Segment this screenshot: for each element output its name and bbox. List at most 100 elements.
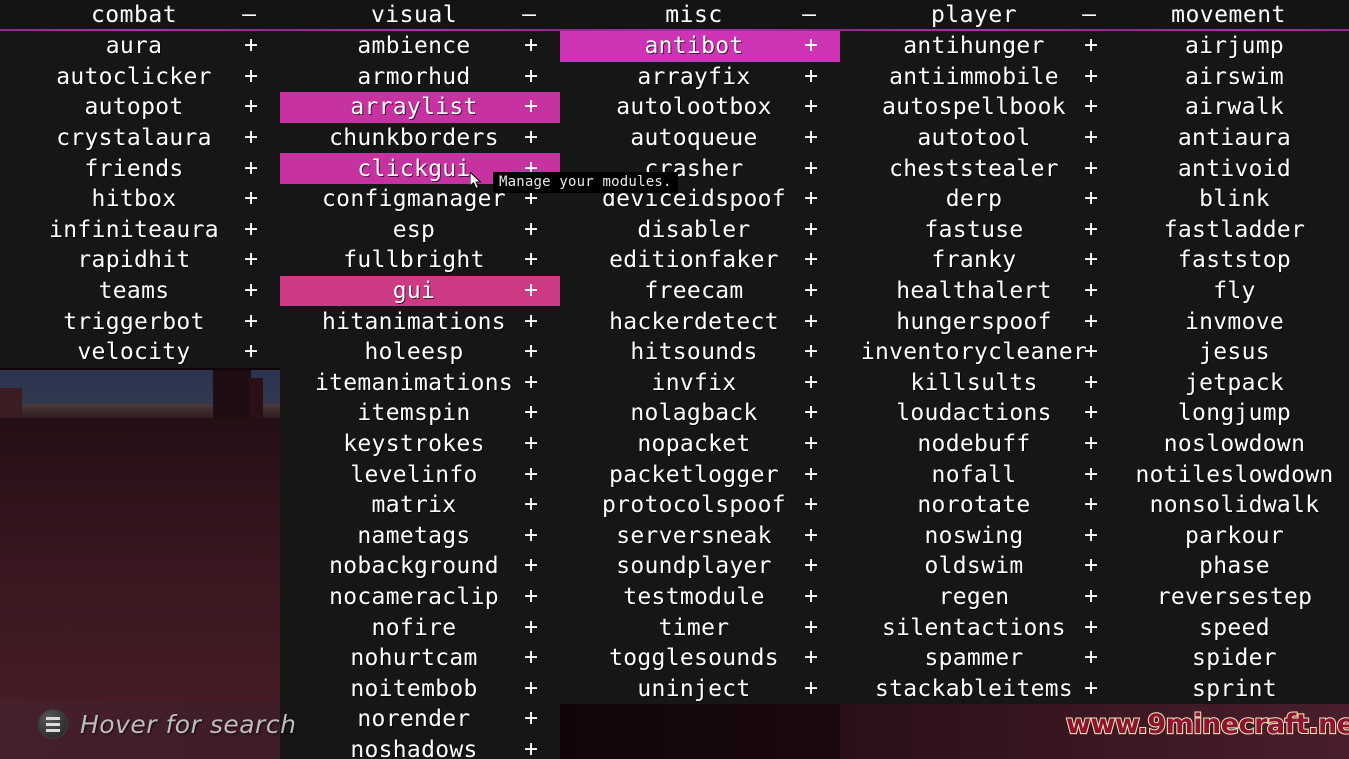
- module-row[interactable]: nolagback +: [560, 398, 840, 429]
- module-row[interactable]: nofire +: [280, 612, 560, 643]
- expand-icon[interactable]: +: [524, 707, 538, 731]
- expand-icon[interactable]: +: [804, 401, 818, 425]
- expand-icon[interactable]: +: [804, 677, 818, 700]
- expand-icon[interactable]: +: [244, 310, 258, 333]
- module-row[interactable]: levelinfo +: [280, 459, 560, 490]
- module-row[interactable]: antiimmobile +: [840, 62, 1120, 93]
- expand-icon[interactable]: +: [1084, 65, 1098, 88]
- module-row[interactable]: nopacket +: [560, 429, 840, 460]
- expand-icon[interactable]: +: [524, 524, 538, 547]
- module-row[interactable]: autotool +: [840, 123, 1120, 154]
- expand-icon[interactable]: +: [1084, 463, 1098, 486]
- panel-header-misc[interactable]: misc –: [560, 0, 840, 29]
- module-row[interactable]: gui +: [280, 275, 560, 307]
- module-row[interactable]: teams +: [0, 276, 280, 307]
- panel-header-combat[interactable]: combat –: [0, 0, 280, 29]
- expand-icon[interactable]: +: [1084, 95, 1098, 119]
- module-row[interactable]: fastladder+: [1120, 215, 1349, 246]
- module-row[interactable]: oldswim +: [840, 551, 1120, 582]
- module-row[interactable]: parkour+: [1120, 521, 1349, 552]
- module-row[interactable]: antivoid+: [1120, 153, 1349, 184]
- expand-icon[interactable]: +: [1084, 371, 1098, 394]
- expand-icon[interactable]: +: [804, 279, 818, 303]
- module-row[interactable]: loudactions +: [840, 398, 1120, 429]
- module-row[interactable]: arrayfix +: [560, 62, 840, 93]
- module-row[interactable]: itemspin +: [280, 398, 560, 429]
- module-row[interactable]: noshadows +: [280, 735, 560, 759]
- panel-header-movement[interactable]: movement –: [1120, 0, 1349, 29]
- module-row[interactable]: fastuse +: [840, 215, 1120, 246]
- expand-icon[interactable]: +: [524, 493, 538, 517]
- expand-icon[interactable]: +: [1084, 432, 1098, 456]
- expand-icon[interactable]: +: [244, 187, 258, 211]
- module-row[interactable]: nobackground +: [280, 551, 560, 582]
- module-row[interactable]: jesus+: [1120, 337, 1349, 368]
- module-row[interactable]: spider+: [1120, 643, 1349, 674]
- expand-icon[interactable]: +: [244, 218, 258, 241]
- module-row[interactable]: notileslowdown+: [1120, 459, 1349, 490]
- expand-icon[interactable]: +: [804, 65, 818, 88]
- expand-icon[interactable]: +: [804, 218, 818, 241]
- search-bar[interactable]: Hover for search: [38, 709, 296, 739]
- expand-icon[interactable]: +: [1084, 248, 1098, 272]
- module-row[interactable]: stackableitems +: [840, 673, 1120, 704]
- module-row[interactable]: longjump+: [1120, 398, 1349, 429]
- expand-icon[interactable]: +: [804, 616, 818, 639]
- expand-icon[interactable]: +: [804, 524, 818, 547]
- module-row[interactable]: protocolspoof +: [560, 490, 840, 521]
- module-row[interactable]: norender +: [280, 704, 560, 735]
- module-row[interactable]: friends +: [0, 153, 280, 184]
- module-row[interactable]: matrix +: [280, 490, 560, 521]
- expand-icon[interactable]: +: [1084, 646, 1098, 670]
- expand-icon[interactable]: +: [804, 187, 818, 211]
- module-row[interactable]: antiaura+: [1120, 123, 1349, 154]
- module-row[interactable]: packetlogger +: [560, 459, 840, 490]
- expand-icon[interactable]: +: [804, 310, 818, 333]
- expand-icon[interactable]: +: [1084, 157, 1098, 180]
- expand-icon[interactable]: +: [804, 432, 818, 456]
- module-row[interactable]: norotate +: [840, 490, 1120, 521]
- expand-icon[interactable]: +: [804, 585, 818, 608]
- module-row[interactable]: blink+: [1120, 184, 1349, 215]
- module-row[interactable]: hungerspoof +: [840, 306, 1120, 337]
- module-row[interactable]: triggerbot +: [0, 306, 280, 337]
- module-row[interactable]: fly+: [1120, 276, 1349, 307]
- module-row[interactable]: editionfaker +: [560, 245, 840, 276]
- expand-icon[interactable]: +: [524, 738, 538, 759]
- collapse-icon[interactable]: –: [522, 3, 536, 26]
- module-row[interactable]: crystalaura +: [0, 123, 280, 154]
- expand-icon[interactable]: +: [244, 126, 258, 150]
- expand-icon[interactable]: +: [804, 157, 818, 180]
- module-row[interactable]: franky +: [840, 245, 1120, 276]
- module-row[interactable]: soundplayer +: [560, 551, 840, 582]
- expand-icon[interactable]: +: [524, 310, 538, 333]
- expand-icon[interactable]: +: [524, 646, 538, 670]
- expand-icon[interactable]: +: [1084, 493, 1098, 517]
- panel-header-visual[interactable]: visual –: [280, 0, 560, 29]
- expand-icon[interactable]: +: [1084, 554, 1098, 578]
- expand-icon[interactable]: +: [524, 34, 538, 58]
- expand-icon[interactable]: +: [524, 65, 538, 88]
- expand-icon[interactable]: +: [244, 248, 258, 272]
- module-row[interactable]: holeesp +: [280, 337, 560, 368]
- expand-icon[interactable]: +: [1084, 187, 1098, 211]
- expand-icon[interactable]: +: [1084, 126, 1098, 150]
- module-row[interactable]: antibot +: [560, 31, 840, 62]
- module-row[interactable]: disabler +: [560, 215, 840, 246]
- expand-icon[interactable]: +: [804, 126, 818, 150]
- expand-icon[interactable]: +: [244, 157, 258, 180]
- module-row[interactable]: fullbright +: [280, 245, 560, 276]
- expand-icon[interactable]: +: [1084, 677, 1098, 700]
- module-row[interactable]: serversneak +: [560, 521, 840, 552]
- expand-icon[interactable]: +: [524, 95, 538, 119]
- expand-icon[interactable]: +: [1084, 401, 1098, 425]
- module-row[interactable]: antihunger +: [840, 31, 1120, 62]
- module-row[interactable]: autoclicker +: [0, 62, 280, 93]
- module-row[interactable]: airjump+: [1120, 31, 1349, 62]
- module-row[interactable]: speed+: [1120, 612, 1349, 643]
- module-row[interactable]: arraylist +: [280, 92, 560, 123]
- module-row[interactable]: testmodule +: [560, 582, 840, 613]
- module-row[interactable]: regen +: [840, 582, 1120, 613]
- module-row[interactable]: phase+: [1120, 551, 1349, 582]
- expand-icon[interactable]: +: [244, 34, 258, 58]
